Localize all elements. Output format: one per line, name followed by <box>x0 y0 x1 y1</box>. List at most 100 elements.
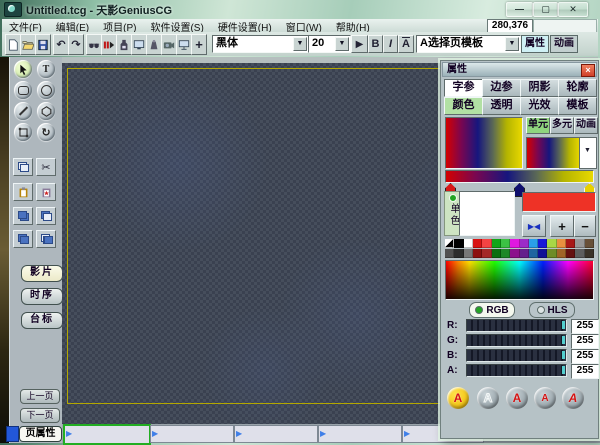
mode-button-logo[interactable]: 台标 <box>21 312 63 329</box>
palette-swatch-14[interactable] <box>575 249 585 258</box>
palette-swatch-13[interactable] <box>566 249 576 258</box>
style-button-edge[interactable]: A <box>506 387 528 409</box>
ungroup-button[interactable] <box>36 230 56 248</box>
tab-char-params[interactable]: 字参 <box>444 79 483 97</box>
prev-page-button[interactable]: 上一页 <box>20 389 60 404</box>
palette-swatch-4[interactable] <box>482 239 492 248</box>
channel-value-g[interactable]: 255 <box>571 334 599 349</box>
cut-button[interactable]: ✂ <box>36 158 56 176</box>
color-space-rgb[interactable]: RGB <box>469 302 515 318</box>
page-properties-button[interactable]: 页属性 <box>19 426 62 442</box>
palette-swatch-0[interactable] <box>445 249 455 258</box>
preview-button[interactable] <box>86 34 102 55</box>
mode-button-sequence[interactable]: 时序 <box>21 288 63 305</box>
next-page-button[interactable]: 下一页 <box>20 408 60 423</box>
page-thumbnail-2[interactable]: ▶ <box>234 425 318 443</box>
palette-swatch-15[interactable] <box>584 249 594 258</box>
palette-swatch-4[interactable] <box>482 249 492 258</box>
font-size-select[interactable]: 20 ▼ <box>308 35 351 53</box>
signal-device-button[interactable] <box>146 34 162 55</box>
crosshair-button[interactable]: + <box>191 34 207 55</box>
palette-swatch-6[interactable] <box>500 239 511 248</box>
tab-template[interactable]: 模板 <box>558 97 597 115</box>
palette-swatch-14[interactable] <box>575 239 585 248</box>
text-tool[interactable]: T <box>37 60 55 78</box>
copy-button[interactable] <box>13 158 33 176</box>
animation-toggle[interactable]: 动画 <box>550 35 578 53</box>
channel-slider-b[interactable] <box>466 349 567 362</box>
chevron-down-icon[interactable]: ▼ <box>293 37 307 51</box>
gradient-preview-large[interactable] <box>445 117 523 169</box>
ink-tool-button[interactable] <box>116 34 132 55</box>
palette-swatch-5[interactable] <box>491 239 501 248</box>
record-play-button[interactable] <box>101 34 117 55</box>
tab-animation[interactable]: 动画 <box>574 117 598 134</box>
page-thumbnail-0[interactable]: ▶ <box>63 424 151 445</box>
chevron-down-icon[interactable]: ▼ <box>505 37 519 51</box>
tab-color[interactable]: 颜色 <box>444 97 483 115</box>
tab-shadow[interactable]: 阴影 <box>520 79 559 97</box>
page-thumbnail-3[interactable]: ▶ <box>318 425 402 443</box>
channel-value-b[interactable]: 255 <box>571 349 599 364</box>
style-button-italic[interactable]: A <box>562 387 584 409</box>
palette-swatch-3[interactable] <box>472 239 483 248</box>
palette-swatch-1[interactable] <box>454 249 464 258</box>
remove-color-button[interactable]: − <box>574 215 596 237</box>
tab-light-effect[interactable]: 光效 <box>520 97 559 115</box>
page-thumbnail-1[interactable]: ▶ <box>150 425 234 443</box>
bring-forward-button[interactable] <box>13 207 33 225</box>
tab-single-unit[interactable]: 单元 <box>526 117 550 134</box>
bold-button[interactable]: B <box>368 35 383 53</box>
palette-swatch-11[interactable] <box>547 239 557 248</box>
mode-button-film[interactable]: 影片 <box>21 265 63 282</box>
style-button-outline[interactable]: A <box>477 387 499 409</box>
network-monitor-button[interactable] <box>176 34 192 55</box>
rotate-tool[interactable]: ↻ <box>37 123 55 141</box>
palette-swatch-7[interactable] <box>510 249 520 258</box>
channel-value-r[interactable]: 255 <box>571 319 599 334</box>
minimize-button[interactable]: — <box>506 2 533 17</box>
channel-slider-r[interactable] <box>466 319 567 332</box>
chevron-down-icon[interactable]: ▼ <box>335 37 349 51</box>
save-button[interactable] <box>35 34 51 55</box>
paste-special-button[interactable] <box>36 183 56 201</box>
template-select[interactable]: A选择页模板 ▼ <box>416 35 521 53</box>
palette-swatch-10[interactable] <box>538 239 548 248</box>
palette-swatch-12[interactable] <box>556 239 567 248</box>
select-tool[interactable] <box>14 60 32 78</box>
paste-button[interactable] <box>13 183 33 201</box>
palette-swatch-2[interactable] <box>463 249 473 258</box>
style-button-shadow[interactable]: A <box>534 387 556 409</box>
palette-swatch-3[interactable] <box>472 249 483 258</box>
tab-multi-unit[interactable]: 多元 <box>550 117 574 134</box>
maximize-button[interactable]: ▢ <box>533 2 558 17</box>
tab-outline[interactable]: 轮廓 <box>558 79 597 97</box>
palette-swatch-6[interactable] <box>500 249 511 258</box>
palette-swatch-15[interactable] <box>584 239 594 248</box>
properties-toggle[interactable]: 属性 <box>521 35 549 53</box>
rounded-rect-tool[interactable] <box>14 81 32 99</box>
panel-close-button[interactable]: × <box>581 64 595 77</box>
palette-swatch-5[interactable] <box>491 249 501 258</box>
palette-swatch-7[interactable] <box>510 239 520 248</box>
palette-swatch-8[interactable] <box>519 249 529 258</box>
ellipse-tool[interactable] <box>37 81 55 99</box>
page-color-chip[interactable] <box>6 426 19 442</box>
palette-swatch-13[interactable] <box>566 239 576 248</box>
channel-slider-g[interactable] <box>466 334 567 347</box>
swap-colors-button[interactable]: ▶◀ <box>522 215 546 237</box>
add-color-button[interactable]: + <box>550 215 574 237</box>
tab-transparency[interactable]: 透明 <box>482 97 521 115</box>
gradient-bar[interactable] <box>445 170 594 183</box>
style-button-face[interactable]: A <box>447 387 469 409</box>
underline-button[interactable]: A <box>398 35 414 53</box>
palette-swatch-12[interactable] <box>556 249 567 258</box>
palette-swatch-9[interactable] <box>528 239 539 248</box>
palette-swatch-1[interactable] <box>454 239 464 248</box>
italic-button[interactable]: I <box>383 35 398 53</box>
palette-swatch-10[interactable] <box>538 249 548 258</box>
panel-title-bar[interactable]: 属性 × <box>442 62 597 77</box>
palette-swatch-9[interactable] <box>528 249 539 258</box>
play-button[interactable]: ▶ <box>351 35 368 53</box>
line-tool[interactable] <box>14 102 32 120</box>
